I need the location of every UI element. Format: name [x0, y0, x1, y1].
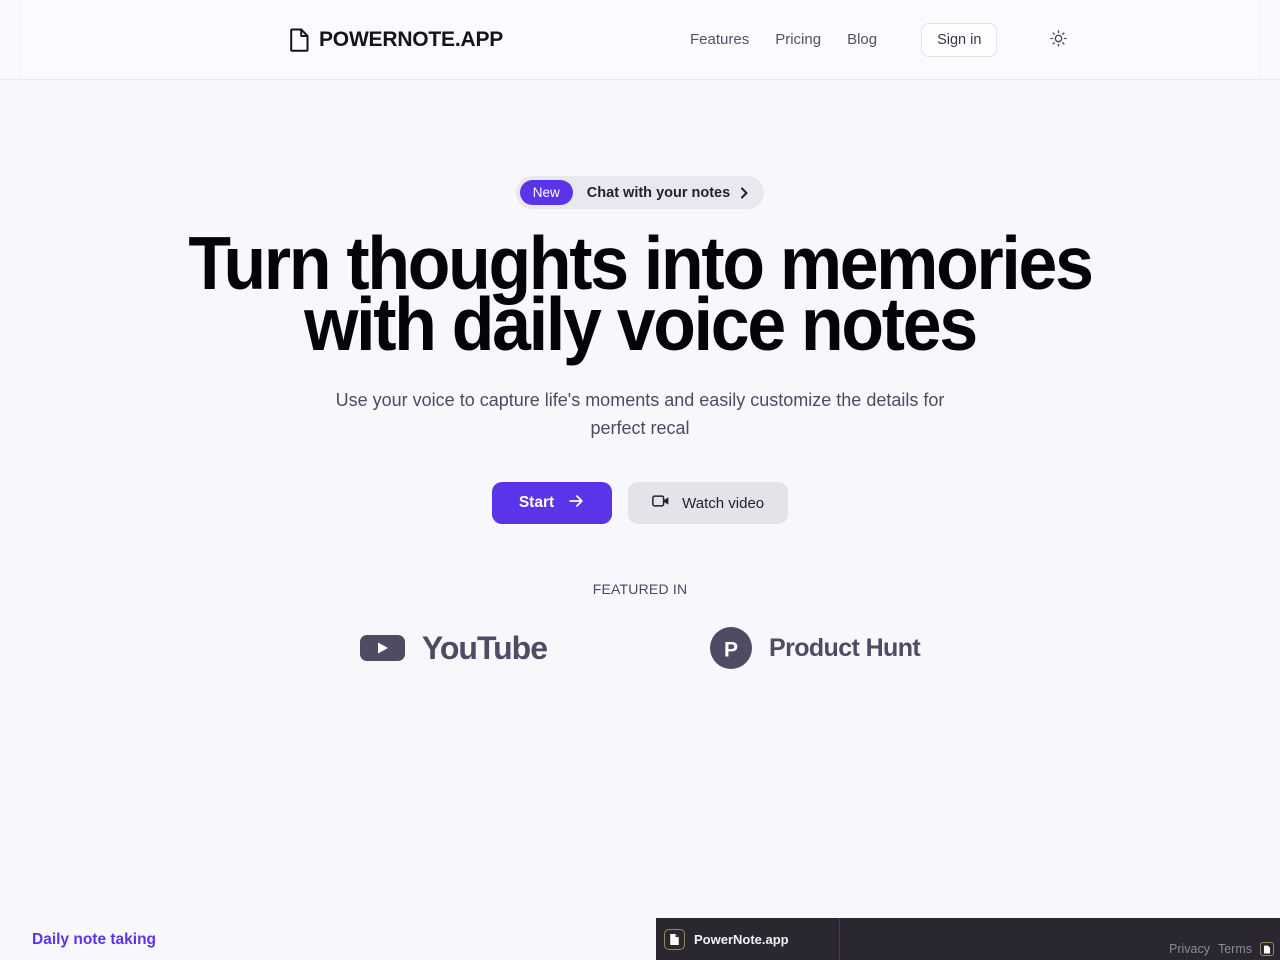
app-badge-identity: PowerNote.app	[656, 918, 840, 960]
privacy-link[interactable]: Privacy	[1169, 942, 1210, 956]
featured-logo-row: YouTube P Product Hunt	[359, 627, 921, 669]
nav-item-pricing[interactable]: Pricing	[775, 31, 821, 48]
sun-icon	[1049, 29, 1068, 51]
hero-section: New Chat with your notes Turn thoughts i…	[0, 80, 1280, 669]
announcement-badge[interactable]: New Chat with your notes	[515, 176, 765, 209]
nav-item-blog[interactable]: Blog	[847, 31, 877, 48]
hero-subtitle: Use your voice to capture life's moments…	[335, 390, 945, 438]
watch-video-button[interactable]: Watch video	[628, 482, 789, 524]
sign-in-button[interactable]: Sign in	[921, 22, 998, 57]
theme-toggle-button[interactable]	[1044, 26, 1072, 54]
featured-logo-product-hunt: P Product Hunt	[710, 627, 921, 669]
youtube-icon	[359, 632, 405, 664]
badge-new-pill: New	[519, 180, 573, 205]
app-badge-bar: PowerNote.app Privacy Terms	[656, 918, 1280, 960]
brand-name: POWERNOTE.APP	[319, 27, 504, 51]
product-hunt-icon: P	[710, 627, 752, 669]
watch-video-label: Watch video	[682, 494, 765, 512]
page-title: Turn thoughts into memories with daily v…	[188, 221, 1094, 366]
app-badge-name: PowerNote.app	[694, 931, 789, 947]
product-hunt-wordmark: Product Hunt	[769, 633, 921, 662]
nav-item-features[interactable]: Features	[690, 31, 749, 48]
app-badge-links: Privacy Terms	[840, 918, 1280, 960]
arrow-right-icon	[567, 492, 585, 515]
cta-button-row: Start Watch video	[491, 482, 789, 524]
document-icon	[289, 28, 310, 52]
start-button-label: Start	[518, 494, 555, 511]
featured-in-label: FEATURED IN	[592, 581, 688, 597]
brand-logo[interactable]: POWERNOTE.APP	[289, 28, 503, 52]
document-badge-icon	[664, 928, 685, 950]
start-button[interactable]: Start	[491, 482, 613, 524]
featured-logo-youtube: YouTube	[359, 629, 548, 667]
chevron-right-icon	[737, 186, 751, 200]
badge-label: Chat with your notes	[586, 184, 731, 201]
terms-link[interactable]: Terms	[1218, 942, 1252, 956]
main-navigation: Features Pricing Blog Sign in	[690, 22, 1072, 57]
svg-text:P: P	[724, 639, 738, 662]
daily-note-taking-link[interactable]: Daily note taking	[32, 931, 156, 949]
document-mini-icon	[1260, 942, 1274, 956]
header-inner-container: POWERNOTE.APP Features Pricing Blog Sign…	[20, 0, 1260, 79]
site-header: POWERNOTE.APP Features Pricing Blog Sign…	[0, 0, 1280, 80]
youtube-wordmark: YouTube	[421, 629, 548, 666]
video-camera-icon	[652, 494, 671, 512]
